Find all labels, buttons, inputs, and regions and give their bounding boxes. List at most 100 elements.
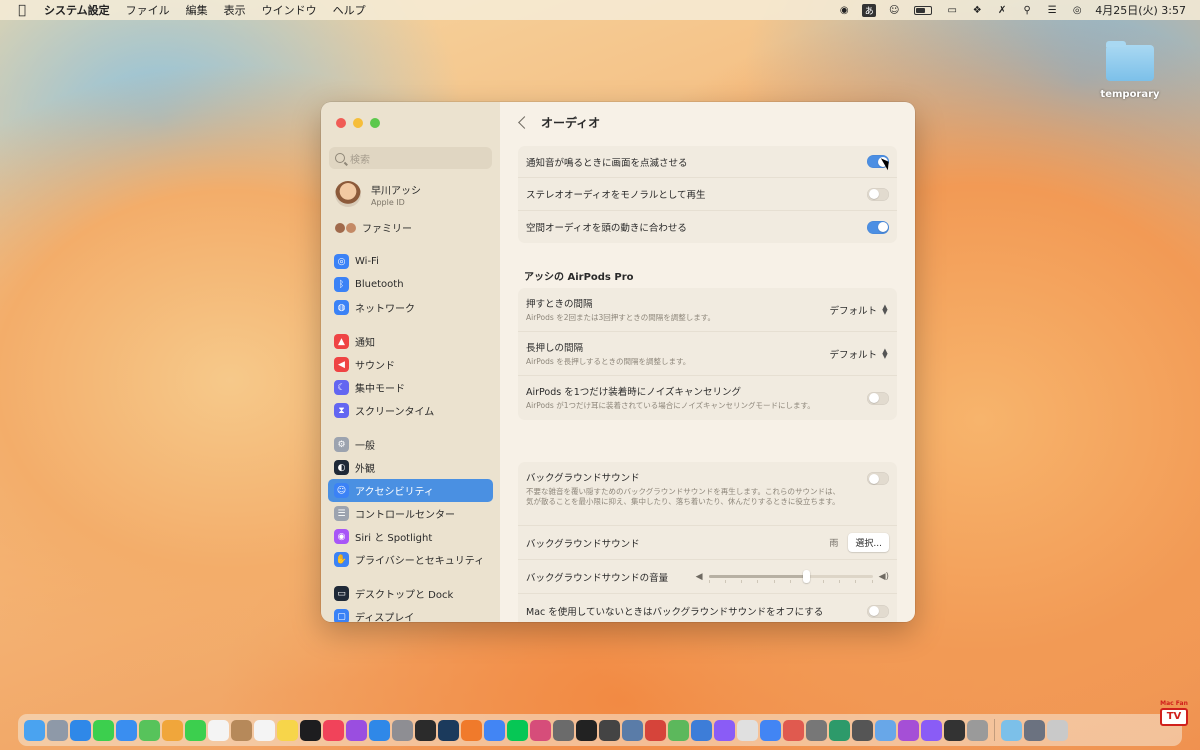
- battery-icon[interactable]: [912, 4, 934, 16]
- select-sound-button[interactable]: 選択...: [848, 533, 889, 552]
- spatial-audio-toggle[interactable]: [867, 220, 889, 234]
- mute-icon[interactable]: ✗: [995, 4, 1009, 16]
- messenger-icon[interactable]: [714, 719, 735, 741]
- sidebar-item[interactable]: ◐ 外観: [328, 456, 493, 479]
- chrome-icon[interactable]: [484, 719, 505, 741]
- photoshop-icon[interactable]: [438, 719, 459, 741]
- sidebar-item[interactable]: ☾ 集中モード: [328, 376, 493, 399]
- calendar-icon[interactable]: [208, 719, 229, 741]
- sidebar-item[interactable]: ▢ ディスプレイ: [328, 605, 493, 622]
- sidebar-item[interactable]: ◀ サウンド: [328, 353, 493, 376]
- safari-icon[interactable]: [70, 719, 91, 741]
- finalcut-icon[interactable]: [415, 719, 436, 741]
- notes-icon[interactable]: [277, 719, 298, 741]
- app-icon[interactable]: [691, 719, 712, 741]
- firefox-icon[interactable]: [461, 719, 482, 741]
- trash-icon[interactable]: [1047, 719, 1068, 741]
- noise-cancel-toggle[interactable]: [867, 391, 889, 405]
- apple-id-account[interactable]: 早川アッシ Apple ID: [335, 181, 421, 207]
- app-icon[interactable]: [622, 719, 643, 741]
- app-icon[interactable]: [760, 719, 781, 741]
- sidebar-item[interactable]: ◉ Siri と Spotlight: [328, 525, 493, 548]
- sidebar-item-family[interactable]: ファミリー: [328, 216, 493, 239]
- close-button[interactable]: [336, 118, 346, 128]
- app-icon[interactable]: [852, 719, 873, 741]
- minimize-button[interactable]: [353, 118, 363, 128]
- photos-icon[interactable]: [162, 719, 183, 741]
- search-input[interactable]: 検索: [329, 147, 492, 169]
- menu-edit[interactable]: 編集: [186, 2, 208, 18]
- line-icon[interactable]: [507, 719, 528, 741]
- maps-icon[interactable]: [139, 719, 160, 741]
- dropbox-icon[interactable]: ❖: [970, 4, 984, 16]
- appearance-icon: ◐: [334, 460, 349, 475]
- app-icon[interactable]: [599, 719, 620, 741]
- app-icon[interactable]: [530, 719, 551, 741]
- sidebar-item-label: 通知: [355, 338, 375, 349]
- tv-icon[interactable]: [300, 719, 321, 741]
- app-icon[interactable]: [921, 719, 942, 741]
- record-icon[interactable]: ◉: [837, 4, 851, 16]
- hand-icon: ✋: [334, 552, 349, 567]
- sidebar-item[interactable]: ☺ アクセシビリティ: [328, 479, 493, 502]
- back-icon[interactable]: [518, 115, 531, 129]
- background-off-toggle[interactable]: [867, 604, 889, 618]
- music-icon[interactable]: [323, 719, 344, 741]
- menu-window[interactable]: ウインドウ: [262, 2, 317, 18]
- hold-speed-popup[interactable]: デフォルト ▲ ▼: [829, 347, 889, 361]
- desktop-folder[interactable]: temporary: [1090, 41, 1170, 100]
- app-icon[interactable]: [967, 719, 988, 741]
- menu-help[interactable]: ヘルプ: [333, 2, 366, 18]
- app-icon[interactable]: [737, 719, 758, 741]
- app-icon[interactable]: [576, 719, 597, 741]
- finder-icon[interactable]: [24, 719, 45, 741]
- folder-icon[interactable]: [1001, 719, 1022, 741]
- siri-icon[interactable]: ◎: [1070, 4, 1084, 16]
- sidebar-item[interactable]: ☰ コントロールセンター: [328, 502, 493, 525]
- zoom-button[interactable]: [370, 118, 380, 128]
- spotlight-icon[interactable]: ⚲: [1020, 4, 1034, 16]
- appstore-icon[interactable]: [369, 719, 390, 741]
- app-icon[interactable]: [668, 719, 689, 741]
- sidebar-item[interactable]: ✋ プライバシーとセキュリティ: [328, 548, 493, 571]
- app-icon[interactable]: [1024, 719, 1045, 741]
- messages-icon[interactable]: [93, 719, 114, 741]
- app-icon[interactable]: [829, 719, 850, 741]
- facetime-icon[interactable]: [185, 719, 206, 741]
- app-icon[interactable]: [875, 719, 896, 741]
- app-icon[interactable]: [898, 719, 919, 741]
- sidebar-item[interactable]: ᛒ Bluetooth: [328, 273, 493, 296]
- slider-track[interactable]: [708, 570, 873, 583]
- app-icon[interactable]: [783, 719, 804, 741]
- app-icon[interactable]: [944, 719, 965, 741]
- display-mirror-icon[interactable]: ▭: [945, 4, 959, 16]
- sidebar-item[interactable]: ▲ 通知: [328, 330, 493, 353]
- contacts-icon[interactable]: [231, 719, 252, 741]
- launchpad-icon[interactable]: [47, 719, 68, 741]
- menu-view[interactable]: 表示: [224, 2, 246, 18]
- mail-icon[interactable]: [116, 719, 137, 741]
- menu-file[interactable]: ファイル: [126, 2, 170, 18]
- input-method-icon[interactable]: あ: [862, 3, 877, 17]
- app-menu[interactable]: システム設定: [44, 2, 110, 18]
- podcasts-icon[interactable]: [346, 719, 367, 741]
- slider-knob[interactable]: [803, 570, 811, 583]
- sidebar-item[interactable]: ⧗ スクリーンタイム: [328, 399, 493, 422]
- reminders-icon[interactable]: [254, 719, 275, 741]
- app-icon[interactable]: [806, 719, 827, 741]
- background-sound-toggle[interactable]: [867, 472, 889, 485]
- press-speed-popup[interactable]: デフォルト ▲ ▼: [829, 303, 889, 317]
- settings-icon[interactable]: [392, 719, 413, 741]
- clock[interactable]: 4月25日(火) 3:57: [1095, 2, 1186, 18]
- sidebar-item[interactable]: ◍ ネットワーク: [328, 296, 493, 319]
- background-volume-slider[interactable]: ◀ ◀): [696, 570, 889, 583]
- app-icon[interactable]: [553, 719, 574, 741]
- control-center-icon[interactable]: ☰: [1045, 4, 1059, 16]
- sidebar-item[interactable]: ⚙ 一般: [328, 433, 493, 456]
- sidebar-item[interactable]: ◎ Wi-Fi: [328, 250, 493, 273]
- sidebar-item[interactable]: ▭ デスクトップと Dock: [328, 582, 493, 605]
- apple-menu-icon[interactable]: : [16, 3, 28, 18]
- app-icon[interactable]: [645, 719, 666, 741]
- user-icon[interactable]: ☺: [887, 4, 901, 16]
- mono-audio-toggle[interactable]: [867, 187, 889, 201]
